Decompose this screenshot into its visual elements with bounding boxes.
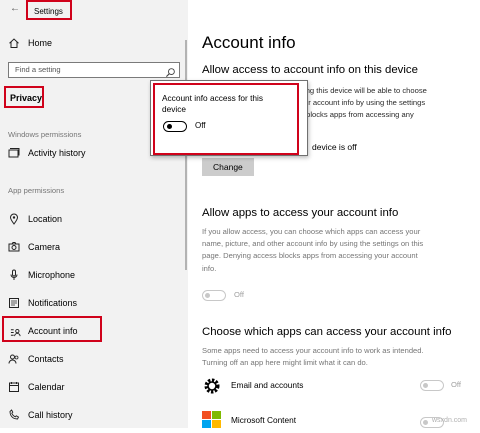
page-title: Account info [202,33,296,52]
sidebar-item-microphone[interactable]: Microphone [0,266,185,284]
app-row-email-and-accounts: Email and accounts Off [202,375,472,397]
home-icon [8,37,20,49]
email-and-accounts-toggle[interactable] [420,380,444,391]
settings-title-highlight: Settings [26,0,72,20]
calendar-icon [8,381,20,393]
account-info-icon [10,325,21,337]
call-history-icon [8,409,20,421]
privacy-highlight: Privacy [4,86,44,108]
activity-history-icon [8,147,20,159]
device-access-toggle[interactable] [163,121,187,132]
sidebar-activity-history-label: Activity history [28,148,86,158]
device-access-toggle-label: Off [195,121,206,130]
section2-description: If you allow access, you can choose whic… [202,227,424,273]
sidebar-item-notifications[interactable]: Notifications [0,294,185,312]
email-and-accounts-toggle-label: Off [451,380,461,389]
allow-apps-toggle[interactable] [202,290,226,301]
sidebar-contacts-label: Contacts [28,354,64,364]
sidebar-notifications-label: Notifications [28,298,78,308]
notifications-icon [8,297,20,309]
app-permissions-label: App permissions [8,186,65,195]
microsoft-logo-icon [202,411,222,428]
app-name-email-and-accounts: Email and accounts [231,380,304,390]
section3-description: Some apps need to access your account in… [202,346,424,368]
section2-heading: Allow apps to access your account info [202,207,399,219]
sidebar-location-label: Location [28,214,63,224]
sidebar-item-camera[interactable]: Camera [0,238,185,256]
sidebar-item-location[interactable]: Location [0,210,185,228]
device-access-popup: Account info access for this device Off [150,80,308,156]
back-arrow-icon[interactable]: ← [10,3,20,14]
sidebar-item-calendar[interactable]: Calendar [0,378,185,396]
popup-title: Account info access for this device [162,93,263,114]
change-button[interactable]: Change [202,158,254,176]
windows-permissions-label: Windows permissions [8,130,82,139]
sidebar-home-label: Home [28,38,53,48]
sidebar-camera-label: Camera [28,242,61,252]
sidebar-calendar-label: Calendar [28,382,65,392]
location-icon [8,213,20,225]
search-input[interactable]: Find a setting [15,64,61,76]
app-name-microsoft-content: Microsoft Content [231,415,297,425]
section-title-privacy: Privacy [10,93,43,103]
sidebar: ← Settings Home Find a setting Privacy W… [0,0,188,428]
sidebar-account-info-label: Account info [28,326,78,336]
gear-icon [202,376,222,396]
search-icon[interactable] [165,65,176,78]
microphone-icon [8,269,20,281]
sidebar-item-account-info[interactable]: Account info [2,316,102,342]
sidebar-item-contacts[interactable]: Contacts [0,350,185,368]
device-access-status: device is off [312,142,357,152]
sidebar-microphone-label: Microphone [28,270,76,280]
sidebar-call-history-label: Call history [28,410,73,420]
watermark: wsxdn.com [432,417,468,424]
camera-icon [8,241,20,253]
section3-heading: Choose which apps can access your accoun… [202,326,452,338]
section1-heading: Allow access to account info on this dev… [202,64,418,76]
change-button-label: Change [213,162,243,172]
allow-apps-toggle-label: Off [234,290,244,299]
sidebar-item-home[interactable]: Home [0,34,185,52]
sidebar-item-call-history[interactable]: Call history [0,406,185,424]
section1-description: using this device will be able to choose… [296,86,427,120]
search-box[interactable]: Find a setting [8,62,180,78]
contacts-icon [8,353,20,365]
window-title: Settings [34,7,63,16]
